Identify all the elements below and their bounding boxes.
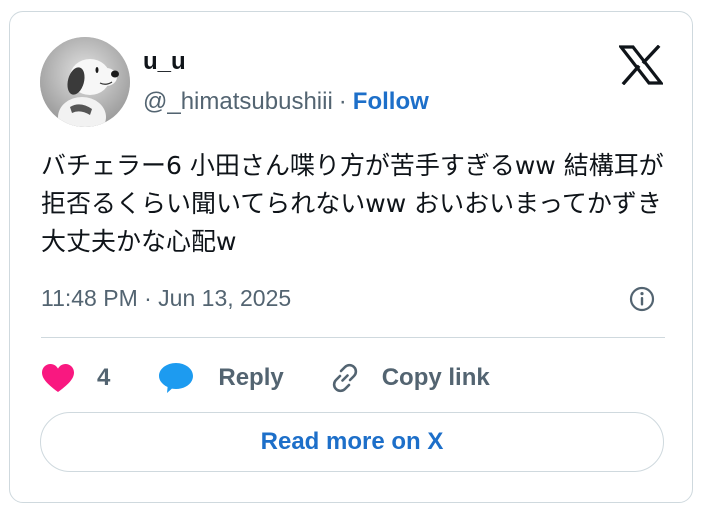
copy-link-label: Copy link <box>381 364 490 391</box>
reply-button[interactable]: Reply <box>158 362 284 394</box>
author-handle-row: @_himatsubushiii · Follow <box>143 88 429 116</box>
divider <box>41 337 665 338</box>
author-handle[interactable]: @_himatsubushiii <box>143 88 333 115</box>
x-logo-icon[interactable] <box>617 44 665 86</box>
separator-dot: · <box>338 88 347 115</box>
like-count: 4 <box>97 364 111 391</box>
tweet-actions: 4 Reply Copy link <box>41 358 490 398</box>
like-button[interactable]: 4 <box>41 363 110 393</box>
reply-label: Reply <box>218 364 284 391</box>
link-icon <box>332 363 357 393</box>
snoopy-avatar-image <box>40 37 130 127</box>
tweet-timestamp[interactable]: 11:48 PM · Jun 13, 2025 <box>41 284 291 312</box>
embedded-tweet-card: u_u @_himatsubushiii · Follow バチェラー6 小田さん喋… <box>9 11 693 503</box>
copy-link-button[interactable]: Copy link <box>328 361 490 395</box>
author-display-name[interactable]: u_u <box>143 48 186 76</box>
avatar[interactable] <box>40 37 130 127</box>
follow-button[interactable]: Follow <box>353 88 429 115</box>
info-icon[interactable] <box>628 285 656 313</box>
heart-icon <box>42 364 74 392</box>
read-more-button[interactable]: Read more on X <box>40 412 664 472</box>
speech-bubble-icon <box>159 363 194 393</box>
tweet-text: バチェラー6 小田さん喋り方が苦手すぎるww 結構耳が拒否るくらい聞いてられない… <box>41 151 664 256</box>
